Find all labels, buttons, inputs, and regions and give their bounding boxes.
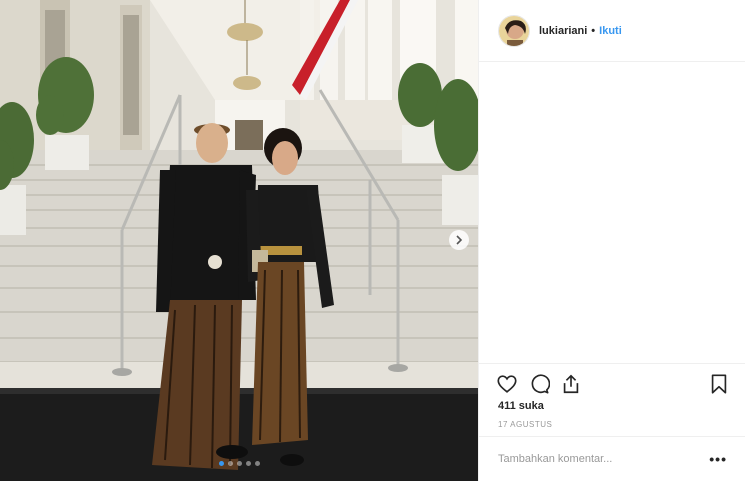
action-bar [479,363,745,401]
comment-bar: ••• [479,436,745,481]
avatar[interactable] [498,14,530,47]
bookmark-icon[interactable] [708,373,730,395]
chevron-right-icon [456,235,463,245]
post-photo[interactable] [0,0,478,481]
username-link[interactable]: lukiariani [539,25,587,37]
instagram-post: lukiariani • Ikuti 411 suka 17 AGUSTUS T… [0,0,745,481]
carousel-dot [254,461,260,466]
post-date[interactable]: 17 AGUSTUS [498,420,552,429]
follow-button[interactable]: Ikuti [599,25,622,37]
likes-count[interactable]: 411 suka [498,400,544,412]
comment-input[interactable] [498,453,710,465]
carousel-next-button[interactable] [449,230,469,250]
photo-scene [0,0,478,481]
share-icon[interactable] [560,373,582,395]
more-options-button[interactable]: ••• [709,451,727,467]
header-text: lukiariani • Ikuti [539,25,622,37]
heart-icon[interactable] [496,373,518,395]
carousel-indicator [0,461,478,466]
carousel-dot [245,461,251,466]
separator-dot: • [591,24,596,37]
post-header: lukiariani • Ikuti [479,0,745,62]
carousel-dot [236,461,242,466]
carousel-dot [227,461,233,466]
carousel-dot [218,461,224,466]
post-side-panel: lukiariani • Ikuti 411 suka 17 AGUSTUS T… [478,0,745,481]
avatar-image [499,15,529,46]
comment-icon[interactable] [528,373,550,395]
